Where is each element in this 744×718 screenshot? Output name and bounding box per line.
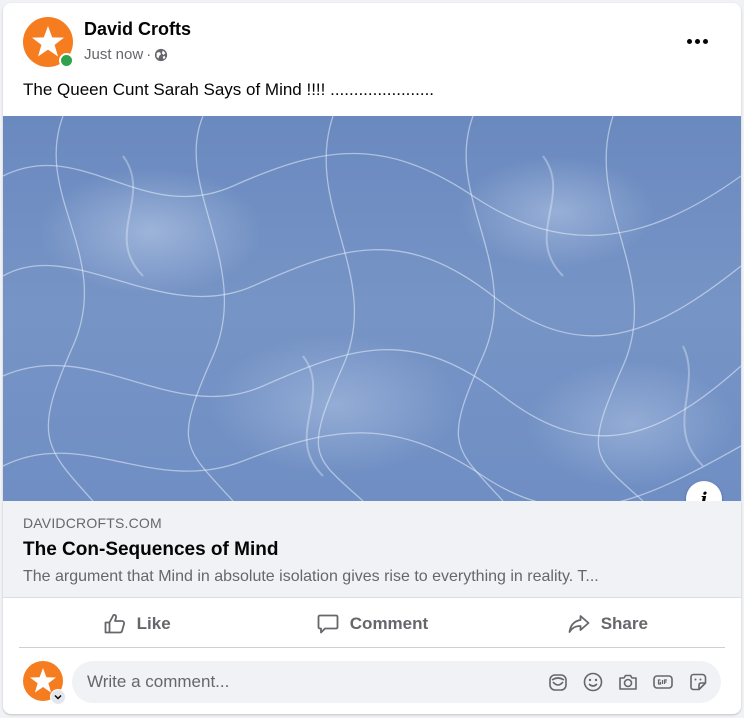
sticker-icon[interactable]: [685, 669, 711, 695]
thumbs-up-icon: [104, 613, 125, 634]
author-name[interactable]: David Crofts: [84, 19, 191, 40]
link-description: The argument that Mind in absolute isola…: [23, 568, 599, 585]
post-actions: Like Comment Share: [19, 601, 725, 648]
link-preview-image[interactable]: [3, 116, 741, 501]
share-button[interactable]: Share: [490, 601, 725, 647]
emoji-icon[interactable]: [580, 669, 606, 695]
camera-icon[interactable]: [615, 669, 641, 695]
post-header: David Crofts Just now ·: [3, 3, 741, 73]
post-timestamp[interactable]: Just now: [84, 46, 143, 63]
comment-tools: [536, 669, 711, 695]
share-icon: [568, 615, 590, 633]
post-card: David Crofts Just now · The Queen Cunt S…: [3, 3, 741, 714]
link-domain: DAVIDCROFTS.COM: [23, 515, 162, 531]
comment-input[interactable]: Write a comment...: [72, 661, 721, 703]
comment-composer: Write a comment...: [3, 657, 741, 707]
online-status-dot: [59, 53, 74, 68]
more-options-button[interactable]: [679, 23, 715, 59]
link-title: The Con-Sequences of Mind: [23, 539, 279, 560]
texture-pattern: [3, 116, 741, 501]
post-text: The Queen Cunt Sarah Says of Mind !!!! .…: [23, 80, 435, 99]
globe-icon[interactable]: [154, 48, 168, 62]
more-options-icon: [686, 38, 692, 44]
like-button[interactable]: Like: [19, 601, 254, 647]
gif-icon[interactable]: [650, 669, 676, 695]
avatar-sticker-icon[interactable]: [545, 669, 571, 695]
share-label: Share: [600, 614, 648, 633]
chevron-down-icon[interactable]: [50, 689, 66, 705]
meta-separator: ·: [146, 46, 152, 63]
comment-label: Comment: [349, 614, 429, 633]
post-meta: Just now ·: [84, 46, 168, 63]
link-preview[interactable]: DAVIDCROFTS.COM The Con-Sequences of Min…: [3, 501, 741, 598]
comment-icon: [317, 614, 339, 634]
comment-placeholder: Write a comment...: [87, 672, 230, 691]
comment-button[interactable]: Comment: [254, 601, 489, 647]
like-label: Like: [136, 614, 171, 633]
